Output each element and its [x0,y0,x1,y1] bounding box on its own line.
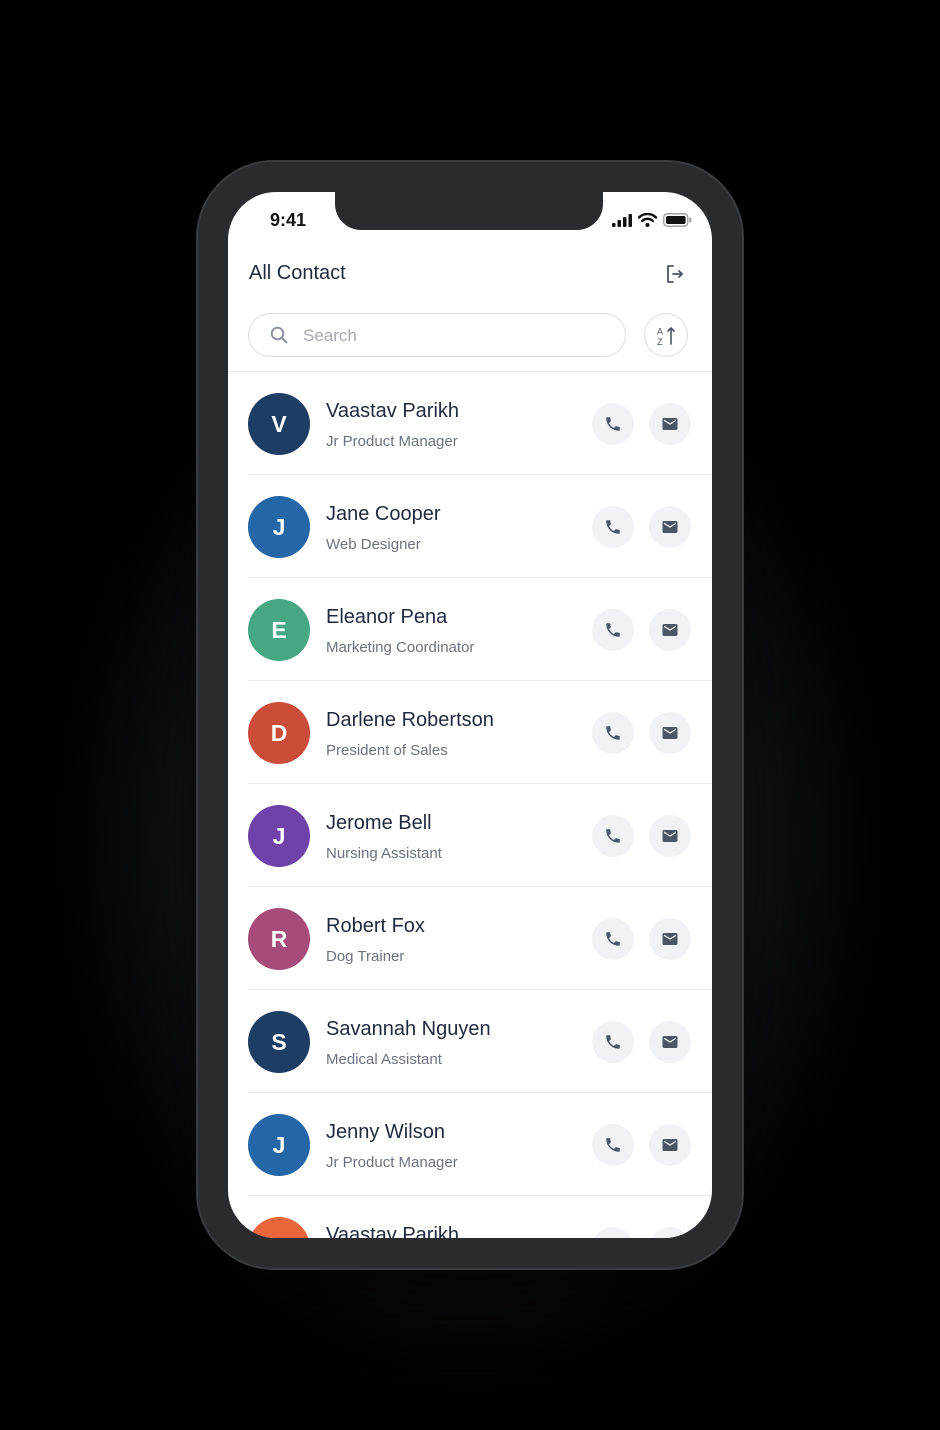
svg-text:Z: Z [657,337,663,347]
mail-icon [662,933,678,945]
phone-icon [606,417,620,431]
call-button[interactable] [592,609,634,651]
contact-row[interactable]: S Savannah Nguyen Medical Assistant [228,990,712,1093]
phone-icon [606,623,620,637]
mail-icon [662,1139,678,1151]
email-button[interactable] [649,1227,691,1238]
notch [335,192,603,230]
contact-list: V Vaastav Parikh Jr Product Manager J Jane C… [228,372,712,1238]
status-icons [612,213,692,227]
contact-row[interactable]: E Eleanor Pena Marketing Coordinator [228,578,712,681]
mail-icon [662,727,678,739]
call-button[interactable] [592,918,634,960]
contact-row[interactable]: J Jane Cooper Web Designer [228,475,712,578]
call-button[interactable] [592,403,634,445]
email-button[interactable] [649,1124,691,1166]
phone-screen: 9:41 All Contact Search A Z V Vaastav Pa… [228,192,712,1238]
contact-row[interactable]: J Jenny Wilson Jr Product Manager [228,1093,712,1196]
call-button[interactable] [592,815,634,857]
phone-icon [606,726,620,740]
contact-role: Medical Assistant [326,1051,442,1068]
status-time: 9:41 [270,210,307,230]
contact-row[interactable]: V Vaastav Parikh Jr Product Manager [228,372,712,475]
email-button[interactable] [649,506,691,548]
call-button[interactable] [592,506,634,548]
contact-name: Eleanor Pena [326,606,448,628]
contact-row[interactable]: J Jerome Bell Nursing Assistant [228,784,712,887]
search-icon [270,326,288,344]
contact-role: President of Sales [326,742,448,759]
mail-icon [662,830,678,842]
email-button[interactable] [649,609,691,651]
svg-text:A: A [657,327,663,337]
contact-name: Vaastav Parikh [326,400,460,422]
contact-name: Savannah Nguyen [326,1018,491,1040]
contact-name: Jerome Bell [326,812,432,834]
battery-icon [663,213,692,227]
phone-frame: 9:41 All Contact Search A Z V Vaastav Pa… [196,160,744,1270]
sort-az-icon: A Z [657,327,675,347]
contact-name: Jenny Wilson [326,1121,445,1143]
phone-icon [606,932,620,946]
contact-row[interactable]: R Robert Fox Dog Trainer [228,887,712,990]
avatar: V [248,393,310,455]
email-button[interactable] [649,403,691,445]
contact-name: Darlene Robertson [326,709,494,731]
email-button[interactable] [649,815,691,857]
call-button[interactable] [592,1021,634,1063]
wifi-icon [638,213,657,227]
avatar: D [248,702,310,764]
avatar: S [248,1011,310,1073]
mail-icon [662,624,678,636]
contact-name: Jane Cooper [326,503,441,525]
avatar: R [248,908,310,970]
search-input[interactable] [301,323,605,349]
sort-button[interactable]: A Z [644,313,688,357]
contact-role: Jr Product Manager [326,1154,458,1171]
avatar: J [248,496,310,558]
mail-icon [662,418,678,430]
call-button[interactable] [592,1124,634,1166]
email-button[interactable] [649,1021,691,1063]
phone-icon [606,1138,620,1152]
avatar: V [248,1217,310,1238]
contact-role: Marketing Coordinator [326,639,475,656]
call-button[interactable] [592,712,634,754]
logout-button[interactable] [662,262,686,286]
avatar: J [248,805,310,867]
phone-icon [606,829,620,843]
contact-name: Vaastav Parikh [326,1224,460,1238]
logout-icon [667,265,683,283]
signal-bars-icon [612,213,632,227]
contact-role: Dog Trainer [326,948,405,965]
avatar: J [248,1114,310,1176]
email-button[interactable] [649,918,691,960]
contact-row[interactable]: D Darlene Robertson President of Sales [228,681,712,784]
email-button[interactable] [649,712,691,754]
contact-role: Nursing Assistant [326,845,442,862]
contact-name: Robert Fox [326,915,425,937]
contact-row[interactable]: VVaastav ParikhJr Product Manager [228,1196,712,1238]
phone-icon [606,1035,620,1049]
page-title: All Contact [249,262,346,284]
mail-icon [662,1036,678,1048]
avatar: E [248,599,310,661]
contact-role: Jr Product Manager [326,433,458,450]
contact-role: Web Designer [326,536,421,553]
mail-icon [662,521,678,533]
phone-icon [606,520,620,534]
search-bar [248,313,626,357]
call-button[interactable] [592,1227,634,1238]
